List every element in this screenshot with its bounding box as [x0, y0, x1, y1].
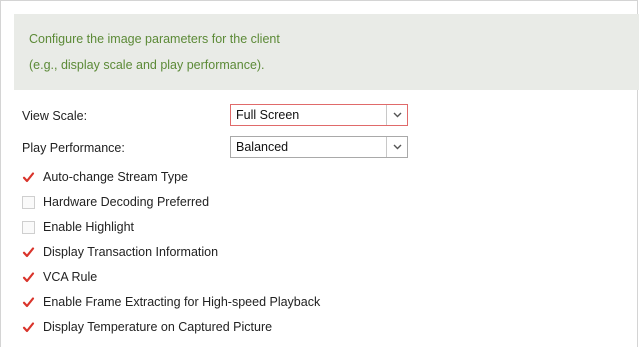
- view-scale-label: View Scale:: [22, 109, 88, 123]
- checkmark-icon: [22, 246, 35, 257]
- checkbox-checked[interactable]: [22, 321, 35, 334]
- checkbox-checked[interactable]: [22, 171, 35, 184]
- chevron-down-icon[interactable]: [386, 105, 407, 125]
- option-label: Enable Highlight: [43, 220, 135, 234]
- option-label: Enable Frame Extracting for High-speed P…: [43, 295, 321, 309]
- chevron-down-icon[interactable]: [386, 137, 407, 157]
- view-scale-value: Full Screen: [236, 108, 300, 122]
- checkbox-checked[interactable]: [22, 296, 35, 309]
- option-label: Auto-change Stream Type: [43, 170, 188, 184]
- view-scale-select[interactable]: Full Screen: [230, 104, 408, 126]
- checkbox-checked[interactable]: [22, 246, 35, 259]
- checkbox-checked[interactable]: [22, 271, 35, 284]
- info-line-2: (e.g., display scale and play performanc…: [29, 58, 265, 72]
- checkmark-icon: [22, 171, 35, 182]
- checkmark-icon: [22, 271, 35, 282]
- option-label: Display Temperature on Captured Picture: [43, 320, 273, 334]
- checkbox-unchecked[interactable]: [22, 195, 35, 209]
- option-display-transaction-information[interactable]: Display Transaction Information: [22, 243, 218, 261]
- option-vca-rule[interactable]: VCA Rule: [22, 268, 97, 286]
- option-label: VCA Rule: [43, 270, 98, 284]
- option-label: Hardware Decoding Preferred: [43, 195, 210, 209]
- option-display-temperature[interactable]: Display Temperature on Captured Picture: [22, 318, 272, 336]
- option-label: Display Transaction Information: [43, 245, 219, 259]
- play-performance-label: Play Performance:: [22, 141, 125, 155]
- play-performance-value: Balanced: [236, 140, 289, 154]
- option-auto-change-stream-type[interactable]: Auto-change Stream Type: [22, 168, 188, 186]
- info-line-1: Configure the image parameters for the c…: [29, 32, 280, 46]
- option-enable-highlight[interactable]: Enable Highlight: [22, 218, 134, 236]
- checkbox-unchecked[interactable]: [22, 220, 35, 234]
- info-box: Configure the image parameters for the c…: [14, 14, 639, 90]
- checkmark-icon: [22, 321, 35, 332]
- checkmark-icon: [22, 296, 35, 307]
- option-enable-frame-extracting[interactable]: Enable Frame Extracting for High-speed P…: [22, 293, 320, 311]
- option-hardware-decoding-preferred[interactable]: Hardware Decoding Preferred: [22, 193, 209, 211]
- play-performance-select[interactable]: Balanced: [230, 136, 408, 158]
